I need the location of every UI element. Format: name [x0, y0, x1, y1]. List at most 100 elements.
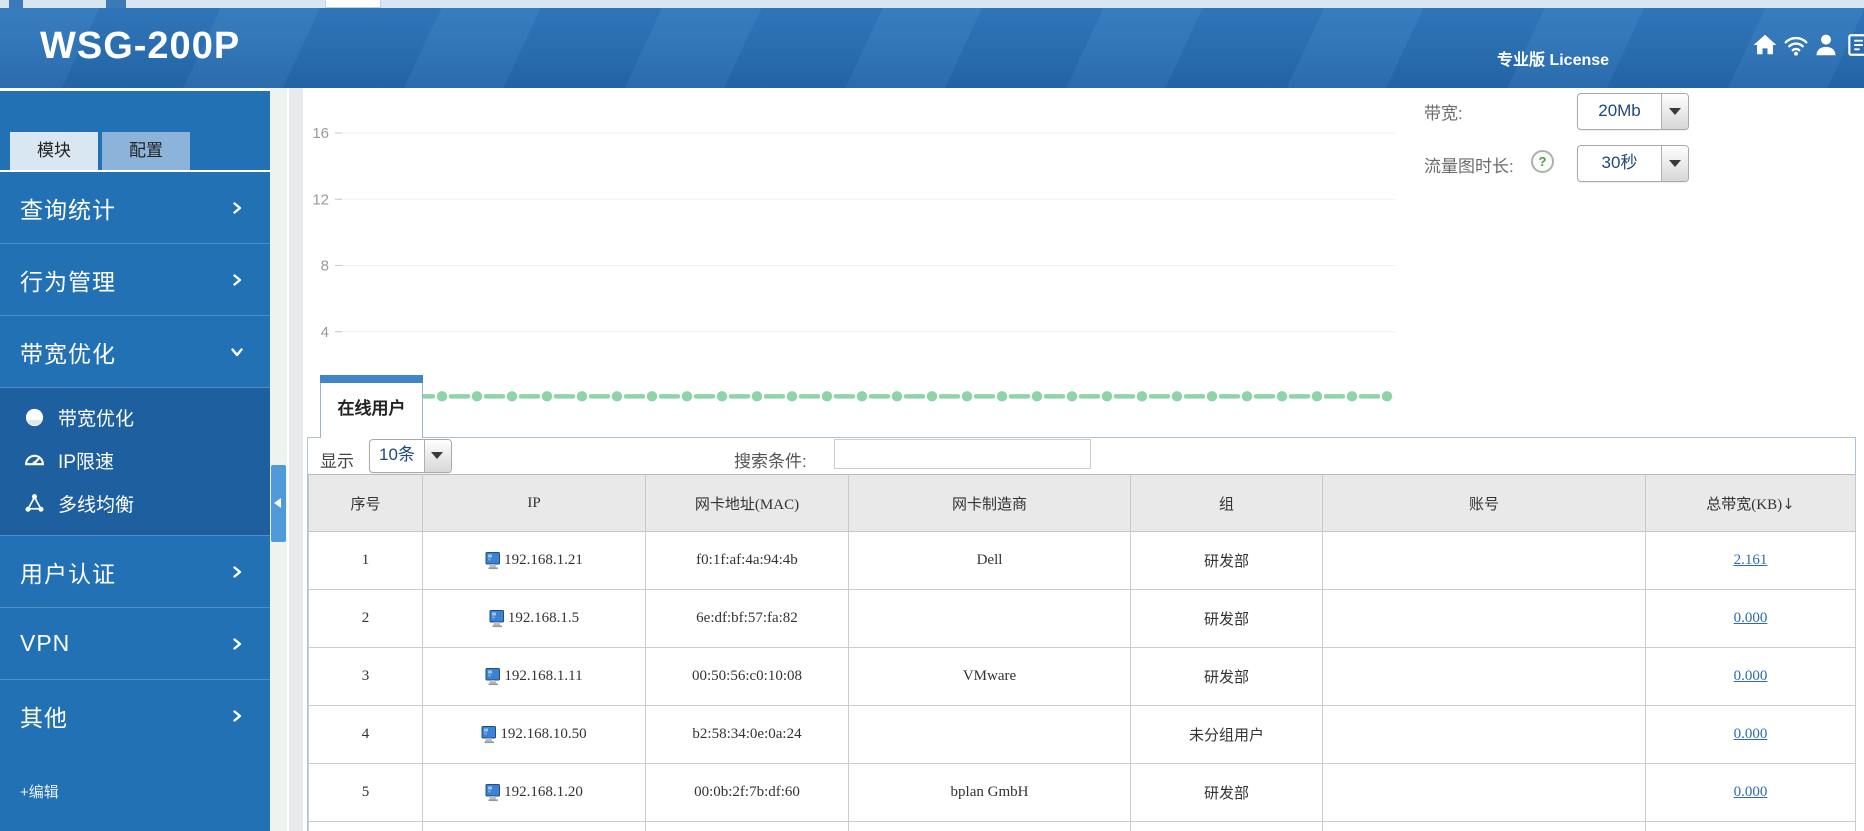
table-row: 1 192.168.1.21 f0:1f:af:4a:94:4b Dell 研发部 2.…	[308, 531, 1856, 590]
table-body: 1 192.168.1.21 f0:1f:af:4a:94:4b Dell 研发部 2.…	[308, 531, 1856, 831]
cell-bandwidth: 0.000	[1645, 705, 1856, 764]
duration-select[interactable]: 30秒	[1577, 145, 1689, 182]
sidebar-menu: 查询统计 行为管理 带宽优化 带宽优化 IP限速 多线均衡 用户认证 VPN 其他	[0, 170, 270, 751]
chevron-right-icon	[230, 201, 244, 215]
sidebar-item-vpn[interactable]: VPN	[0, 607, 270, 679]
cell-vendor: VMware	[848, 647, 1131, 706]
table-controls: 显示 10条 搜索条件:	[308, 438, 1855, 474]
sidebar-tab-modules[interactable]: 模块	[10, 132, 98, 170]
help-icon[interactable]: ?	[1531, 150, 1554, 173]
bandwidth-link[interactable]: 0.000	[1734, 610, 1768, 626]
sidebar-subitem-ip-limit[interactable]: IP限速	[0, 439, 270, 482]
cell-vendor: bplan GmbH	[848, 763, 1131, 822]
sidebar-subitem-multi-line-balance[interactable]: 多线均衡	[0, 482, 270, 525]
sidebar-item-user-auth[interactable]: 用户认证	[0, 535, 270, 607]
dropdown-arrow-icon[interactable]	[1661, 94, 1688, 129]
cell-ip: 192.168.1.11	[422, 647, 646, 706]
cell-account	[1322, 821, 1646, 831]
share-icon	[24, 493, 45, 514]
edge-chip	[106, 0, 126, 8]
browser-edge-strip	[0, 0, 1864, 8]
table-row: 5 192.168.1.20 00:0b:2f:7b:df:60 bplan Gmb…	[308, 763, 1856, 822]
bandwidth-label: 带宽:	[1424, 104, 1463, 123]
cell-mac: 00:0b:2f:7b:df:60	[645, 763, 849, 822]
column-header[interactable]: 总带宽(KB)↓	[1645, 474, 1856, 532]
table-row: 2 192.168.1.5 6e:df:bf:57:fa:82 研发部 0.000	[308, 589, 1856, 648]
chevron-right-icon	[230, 565, 244, 579]
computer-icon	[485, 667, 501, 685]
cell-group: 研发部	[1130, 821, 1323, 831]
app-header: WSG-200P 专业版 License	[0, 8, 1864, 88]
bandwidth-link[interactable]: 2.161	[1734, 552, 1768, 568]
scrollbar-track[interactable]	[270, 88, 287, 831]
cell-ip: 192.168.1.21	[422, 531, 646, 590]
svg-text:4: 4	[321, 324, 329, 341]
cell-vendor	[848, 589, 1131, 648]
sidebar-item-label: 用户认证	[20, 560, 116, 587]
sidebar-item-behavior-mgmt[interactable]: 行为管理	[0, 243, 270, 315]
sidebar-item-label: 查询统计	[20, 196, 116, 223]
tab-online-users[interactable]: 在线用户	[320, 375, 423, 438]
cell-mac: 00:50:56:c0:10:08	[645, 647, 849, 706]
gauge-icon	[24, 450, 45, 471]
logout-icon[interactable]	[1845, 32, 1864, 58]
cell-ip: 192.168.1.137	[422, 821, 646, 831]
user-icon[interactable]	[1813, 32, 1839, 58]
chevron-right-icon	[230, 637, 244, 651]
page-size-select[interactable]: 10条	[369, 439, 452, 473]
license-badge: 专业版 License	[1497, 52, 1610, 69]
chevron-left-icon	[274, 498, 281, 508]
sidebar-item-other[interactable]: 其他	[0, 679, 270, 751]
table-row: 3 192.168.1.11 00:50:56:c0:10:08 VMware 研发部…	[308, 647, 1856, 706]
wifi-icon[interactable]	[1783, 32, 1809, 58]
traffic-chart: 1612840	[312, 125, 1395, 407]
column-header[interactable]: 账号	[1322, 474, 1646, 532]
cell-vendor	[848, 821, 1131, 831]
sidebar-subitem-bandwidth-opt-sub[interactable]: 带宽优化	[0, 396, 270, 439]
sidebar-tab-config[interactable]: 配置	[102, 132, 190, 170]
bandwidth-select[interactable]: 20Mb	[1577, 93, 1689, 130]
sphere-icon	[24, 407, 45, 428]
column-header[interactable]: IP	[422, 474, 646, 532]
chevron-right-icon	[230, 273, 244, 287]
table-row: 6 192.168.1.137 研发部 0.000	[308, 821, 1856, 831]
sidebar-item-query-stats[interactable]: 查询统计	[0, 172, 270, 243]
sidebar-tabs: 模块 配置	[0, 132, 270, 170]
bandwidth-link[interactable]: 0.000	[1734, 784, 1768, 800]
search-label: 搜索条件:	[734, 452, 807, 471]
search-input[interactable]	[834, 439, 1091, 469]
bandwidth-link[interactable]: 0.000	[1734, 726, 1768, 742]
sidebar-submenu: 带宽优化 IP限速多线均衡	[0, 387, 270, 535]
sidebar: 模块 配置 查询统计 行为管理 带宽优化 带宽优化 IP限速 多线均衡 用户认证 VPN 其他 +…	[0, 88, 270, 831]
wsg-200p-page: WSG-200P 专业版 License 模块 配置 查询统计 行为管理 带宽优化 带宽…	[0, 0, 1864, 831]
column-header[interactable]: 网卡制造商	[848, 474, 1131, 532]
cell-group: 研发部	[1130, 589, 1323, 648]
cell-bandwidth: 2.161	[1645, 531, 1856, 590]
chevron-right-icon	[230, 709, 244, 723]
online-users-table: 序号 IP 网卡地址(MAC) 网卡制造商组账号 总带宽(KB)↓ 1 192.168.…	[308, 474, 1856, 831]
sidebar-subitem-label: IP限速	[58, 452, 114, 473]
sidebar-item-bandwidth-opt[interactable]: 带宽优化	[0, 315, 270, 387]
computer-icon	[485, 551, 501, 569]
show-label: 显示	[320, 452, 354, 471]
dropdown-arrow-icon[interactable]	[424, 440, 451, 472]
cell-bandwidth: 0.000	[1645, 821, 1856, 831]
sidebar-item-label: 带宽优化	[20, 340, 116, 367]
cell-bandwidth: 0.000	[1645, 647, 1856, 706]
column-header[interactable]: 组	[1130, 474, 1323, 532]
home-icon[interactable]	[1752, 32, 1778, 58]
table-header-row: 序号 IP 网卡地址(MAC) 网卡制造商组账号 总带宽(KB)↓	[308, 474, 1856, 532]
column-header[interactable]: 网卡地址(MAC)	[645, 474, 849, 532]
dropdown-arrow-icon[interactable]	[1661, 146, 1688, 181]
cell-mac: 6e:df:bf:57:fa:82	[645, 589, 849, 648]
svg-text:16: 16	[312, 125, 329, 142]
cell-group: 研发部	[1130, 647, 1323, 706]
cell-account	[1322, 589, 1646, 648]
bandwidth-link[interactable]: 0.000	[1734, 668, 1768, 684]
cell-account	[1322, 763, 1646, 822]
collapse-sidebar-handle[interactable]	[271, 465, 286, 542]
cell-bandwidth: 0.000	[1645, 763, 1856, 822]
column-header[interactable]: 序号	[308, 474, 423, 532]
duration-select-value: 30秒	[1601, 153, 1638, 172]
sidebar-edit-link[interactable]: +编辑	[20, 781, 59, 802]
